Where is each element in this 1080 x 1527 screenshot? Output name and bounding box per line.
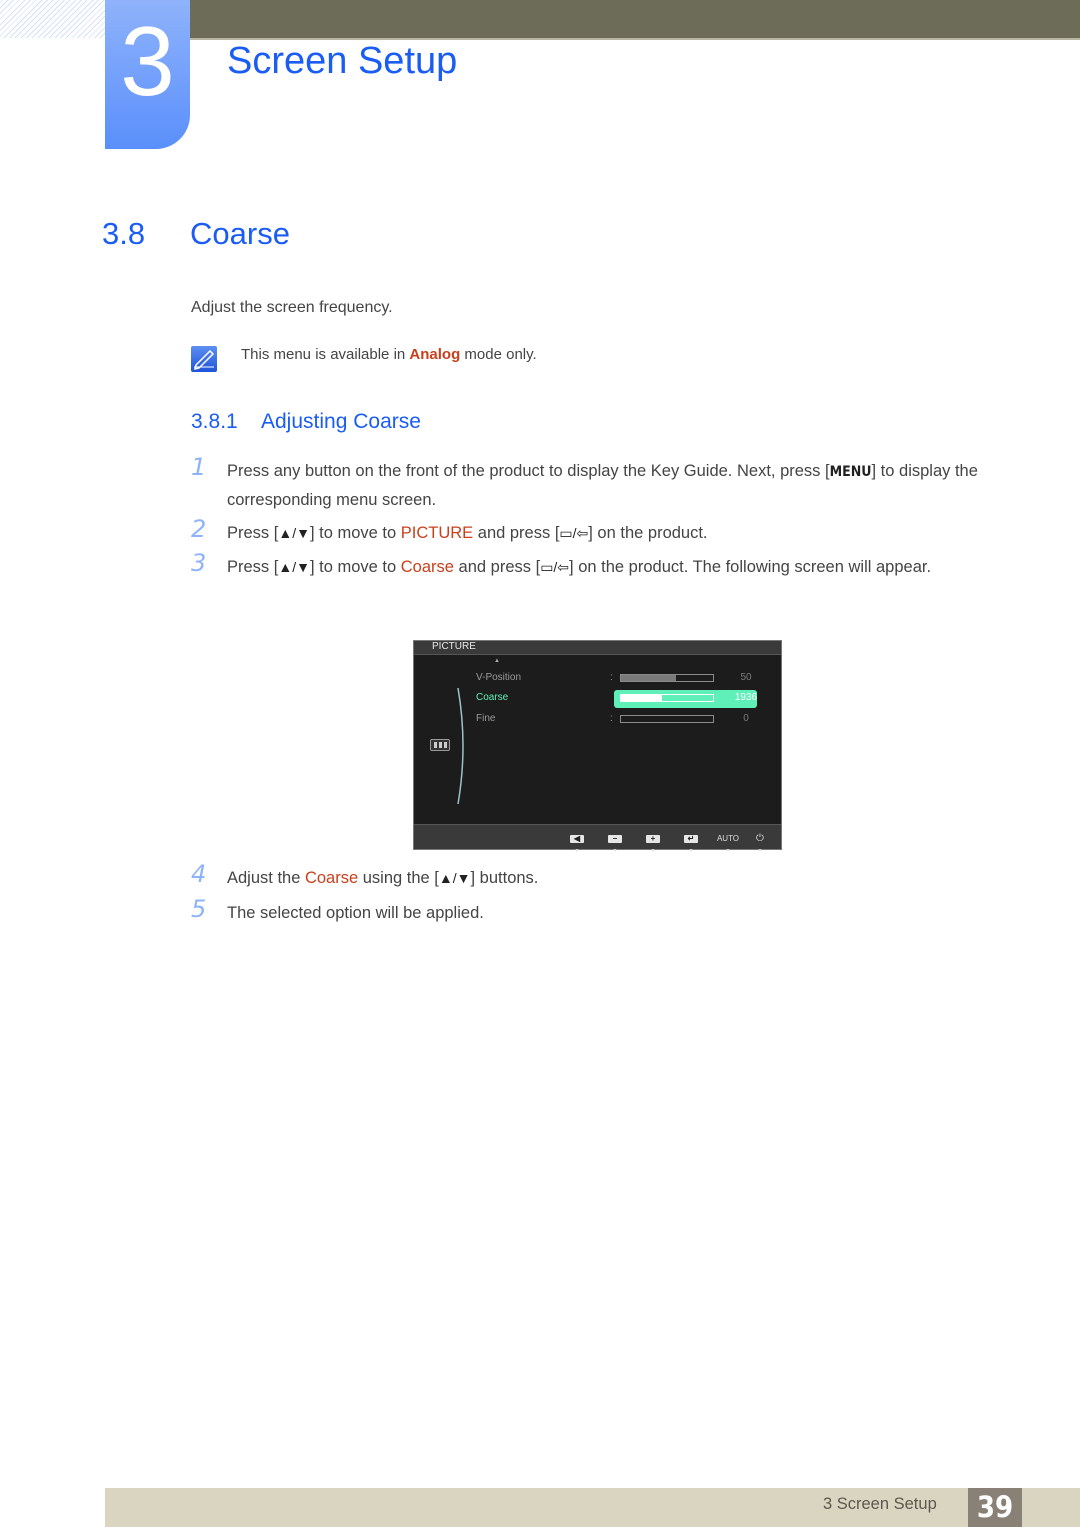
osd-header: PICTURE — [414, 641, 781, 655]
step-text-part: using the [ — [358, 869, 439, 887]
chapter-number: 3 — [120, 6, 175, 116]
step-text-part: ] to move to — [309, 524, 401, 542]
step-number: 2 — [191, 515, 207, 543]
step-number: 5 — [191, 895, 207, 923]
minus-button[interactable]: − ▼ — [607, 828, 623, 854]
plus-button[interactable]: + ▼ — [645, 828, 661, 854]
subsection-number: 3.8.1 — [191, 410, 238, 433]
source-enter-icon: ▭/⇦ — [540, 559, 570, 575]
step-2: 2 Press [▲/▼] to move to PICTURE and pre… — [191, 515, 1017, 547]
osd-row-colon: : — [610, 672, 613, 683]
osd-row-label: Coarse — [476, 692, 509, 703]
menu-key-icon: MENU — [829, 464, 872, 480]
osd-slider-fill — [621, 695, 663, 701]
auto-label: AUTO — [716, 834, 740, 843]
up-down-arrow-icon: ▲/▼ — [278, 525, 310, 541]
osd-key-guide: ◀ ▼ − ▼ + ▼ ↵ ▼ AUTO ▼ ⏻ ▼ — [414, 824, 781, 854]
step-4: 4 Adjust the Coarse using the [▲/▼] butt… — [191, 860, 1017, 892]
osd-title: PICTURE — [432, 641, 476, 652]
up-down-arrow-icon: ▲/▼ — [438, 870, 471, 886]
down-pointer-icon: ▼ — [574, 848, 580, 854]
osd-slider-fill — [621, 675, 677, 681]
step-text-part: Press any button on the front of the pro… — [227, 462, 830, 480]
step-text: Press [▲/▼] to move to Coarse and press … — [227, 553, 1017, 581]
note-text: This menu is available in Analog mode on… — [241, 346, 537, 363]
enter-button[interactable]: ↵ ▼ — [683, 828, 699, 854]
down-pointer-icon: ▼ — [688, 848, 694, 854]
section-number: 3.8 — [102, 216, 146, 251]
down-pointer-icon: ▼ — [650, 848, 656, 854]
note-text-after: mode only. — [460, 346, 537, 363]
left-arrow-icon: ◀ — [570, 835, 584, 843]
osd-row-colon: : — [610, 692, 613, 703]
coarse-highlight: Coarse — [400, 558, 454, 576]
osd-row-value: 50 — [740, 672, 752, 683]
step-1: 1 Press any button on the front of the p… — [191, 453, 1017, 514]
scroll-up-icon: ▲ — [494, 658, 500, 664]
step-text-part: Press [ — [227, 524, 279, 542]
osd-row-colon: : — [610, 713, 613, 724]
step-text-part: Adjust the — [227, 869, 305, 887]
osd-row-label: V-Position — [476, 672, 522, 683]
osd-row-v-position[interactable]: V-Position : 50 — [476, 670, 766, 688]
step-text-part: The selected option will be applied. — [227, 904, 484, 922]
picture-menu-icon — [430, 739, 450, 751]
down-pointer-icon: ▼ — [757, 848, 763, 854]
osd-row-coarse[interactable]: Coarse : 1936 — [476, 690, 766, 708]
step-text: Adjust the Coarse using the [▲/▼] button… — [227, 864, 1017, 892]
subsection-title: 3.8.1 Adjusting Coarse — [191, 410, 421, 434]
source-enter-icon: ▭/⇦ — [559, 525, 589, 541]
osd-slider[interactable] — [620, 694, 714, 702]
step-number: 1 — [191, 453, 207, 481]
osd-row-label: Fine — [476, 713, 496, 724]
step-text-part: ] buttons. — [470, 869, 539, 887]
down-pointer-icon: ▼ — [612, 848, 618, 854]
top-bar — [190, 0, 1080, 40]
section-title-text: Coarse — [190, 216, 290, 251]
page-number: 39 — [968, 1488, 1022, 1527]
power-icon: ⏻ — [756, 833, 764, 844]
page-footer: 3 Screen Setup 39 — [105, 1488, 1080, 1527]
step-text-part: and press [ — [473, 524, 560, 542]
minus-icon: − — [608, 835, 622, 843]
subsection-title-text: Adjusting Coarse — [261, 410, 421, 433]
osd-row-value: 0 — [743, 713, 749, 724]
down-pointer-icon: ▼ — [725, 848, 731, 854]
note-pencil-icon — [191, 346, 217, 372]
step-text-part: ] on the product. The following screen w… — [569, 558, 932, 576]
auto-button[interactable]: AUTO ▼ — [716, 828, 740, 854]
osd-slider[interactable] — [620, 715, 714, 723]
step-5: 5 The selected option will be applied. — [191, 895, 1017, 927]
osd-row-fine[interactable]: Fine : 0 — [476, 711, 766, 729]
plus-icon: + — [646, 835, 660, 843]
up-down-arrow-icon: ▲/▼ — [278, 559, 310, 575]
osd-slider[interactable] — [620, 674, 714, 682]
section-intro: Adjust the screen frequency. — [191, 299, 393, 316]
step-number: 4 — [191, 860, 207, 888]
step-text-part: ] to move to — [309, 558, 401, 576]
step-text: The selected option will be applied. — [227, 899, 1017, 927]
chapter-tab: 3 — [105, 0, 190, 149]
step-text: Press any button on the front of the pro… — [227, 457, 1017, 514]
section-title: 3.8 Coarse — [102, 216, 290, 252]
step-text-part: and press [ — [453, 558, 541, 576]
note-text-before: This menu is available in — [241, 346, 410, 363]
osd-bracket-curve — [457, 687, 464, 805]
picture-highlight: PICTURE — [400, 524, 474, 542]
decorative-hatch — [0, 0, 105, 38]
enter-icon: ↵ — [684, 835, 698, 843]
osd-row-value: 1936 — [734, 692, 758, 703]
coarse-highlight: Coarse — [304, 869, 359, 887]
footer-chapter-label: 3 Screen Setup — [823, 1495, 937, 1513]
step-text: Press [▲/▼] to move to PICTURE and press… — [227, 519, 1017, 547]
step-number: 3 — [191, 549, 207, 577]
step-3: 3 Press [▲/▼] to move to Coarse and pres… — [191, 549, 1017, 581]
osd-menu-screenshot: PICTURE ▲ V-Position : 50 Coarse : 1936 … — [413, 640, 782, 854]
chapter-title: Screen Setup — [227, 40, 458, 82]
step-text-part: ] on the product. — [588, 524, 708, 542]
power-button[interactable]: ⏻ ▼ — [752, 828, 768, 855]
left-arrow-button[interactable]: ◀ ▼ — [569, 828, 585, 854]
step-text-part: Press [ — [227, 558, 279, 576]
analog-highlight: Analog — [409, 346, 461, 363]
